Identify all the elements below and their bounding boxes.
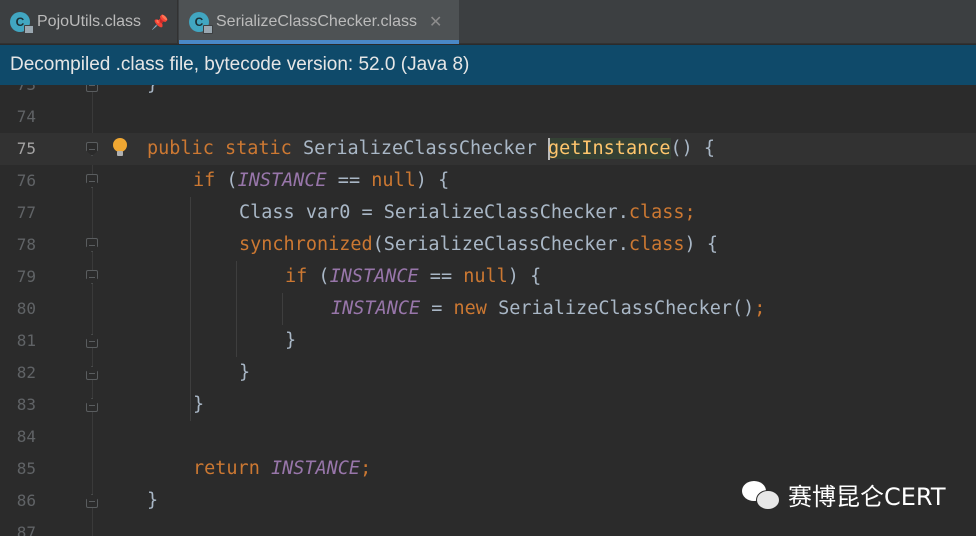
code-line: 87 (0, 517, 976, 536)
code-text: } (285, 330, 297, 351)
line-number: 73 (0, 85, 36, 101)
fold-icon[interactable] (86, 366, 98, 380)
indent-guide (236, 261, 237, 357)
line-number: 86 (16, 491, 36, 510)
code-text: return INSTANCE; (193, 458, 372, 479)
code-line: 77 Class var0 = SerializeClassChecker.cl… (0, 197, 976, 229)
line-number: 75 (16, 139, 36, 158)
code-line: 76 if (INSTANCE == null) { (0, 165, 976, 197)
tab-serializeclasschecker[interactable]: C SerializeClassChecker.class ✕ (179, 0, 459, 44)
code-text: } (239, 362, 251, 383)
fold-icon[interactable] (86, 174, 98, 188)
line-number: 79 (16, 267, 36, 286)
code-text: INSTANCE = new SerializeClassChecker(); (331, 298, 766, 319)
lightbulb-icon[interactable] (113, 138, 127, 156)
decompiled-banner: Decompiled .class file, bytecode version… (0, 45, 976, 85)
fold-icon[interactable] (86, 85, 98, 92)
code-text: if (INSTANCE == null) { (193, 170, 450, 191)
tab-label: SerializeClassChecker.class (216, 13, 417, 30)
indent-guide (282, 293, 283, 325)
code-text: if (INSTANCE == null) { (285, 266, 542, 287)
banner-text: Decompiled .class file, bytecode version… (10, 54, 470, 75)
code-text: Class var0 = SerializeClassChecker.class… (239, 202, 696, 223)
line-number: 80 (16, 299, 36, 318)
code-line: 73 } (0, 85, 976, 101)
fold-icon[interactable] (86, 334, 98, 348)
fold-icon[interactable] (86, 142, 98, 156)
close-icon[interactable]: ✕ (429, 12, 442, 32)
line-number: 74 (16, 107, 36, 126)
wechat-icon (742, 480, 780, 510)
fold-icon[interactable] (86, 398, 98, 412)
fold-icon[interactable] (86, 494, 98, 508)
java-class-icon: C (10, 12, 34, 34)
code-line: 84 (0, 421, 976, 453)
code-text: } (193, 394, 205, 415)
pin-icon[interactable]: 📌 (151, 14, 168, 31)
code-line: 78 synchronized(SerializeClassChecker.cl… (0, 229, 976, 261)
line-number: 77 (16, 203, 36, 222)
watermark-text: 赛博昆仑CERT (788, 483, 946, 511)
code-text: public static SerializeClassChecker getI… (147, 138, 716, 160)
line-number: 85 (16, 459, 36, 478)
indent-guide (190, 197, 191, 421)
code-text: } (147, 85, 158, 101)
fold-icon[interactable] (86, 238, 98, 252)
fold-icon[interactable] (86, 270, 98, 284)
code-line-current: 75 public static SerializeClassChecker g… (0, 133, 976, 165)
code-text: } (147, 490, 159, 511)
code-text: synchronized(SerializeClassChecker.class… (239, 234, 718, 255)
tab-label: PojoUtils.class (37, 13, 142, 30)
line-number: 84 (16, 427, 36, 446)
line-number: 87 (16, 523, 36, 536)
code-line: 82 } (0, 357, 976, 389)
line-number: 78 (16, 235, 36, 254)
code-editor[interactable]: 73 } 74 75 public static SerializeClassC… (0, 85, 976, 536)
watermark: 赛博昆仑CERT (742, 477, 946, 512)
tab-pojoutils[interactable]: C PojoUtils.class 📌 (0, 0, 178, 44)
java-class-icon: C (189, 12, 213, 34)
code-line: 74 (0, 101, 976, 133)
code-line: 80 INSTANCE = new SerializeClassChecker(… (0, 293, 976, 325)
line-number: 82 (16, 363, 36, 382)
code-line: 81 } (0, 325, 976, 357)
line-number: 76 (16, 171, 36, 190)
line-number: 81 (16, 331, 36, 350)
line-number: 83 (16, 395, 36, 414)
code-line: 79 if (INSTANCE == null) { (0, 261, 976, 293)
editor-tab-bar: C PojoUtils.class 📌 C SerializeClassChec… (0, 0, 976, 44)
code-line: 83 } (0, 389, 976, 421)
